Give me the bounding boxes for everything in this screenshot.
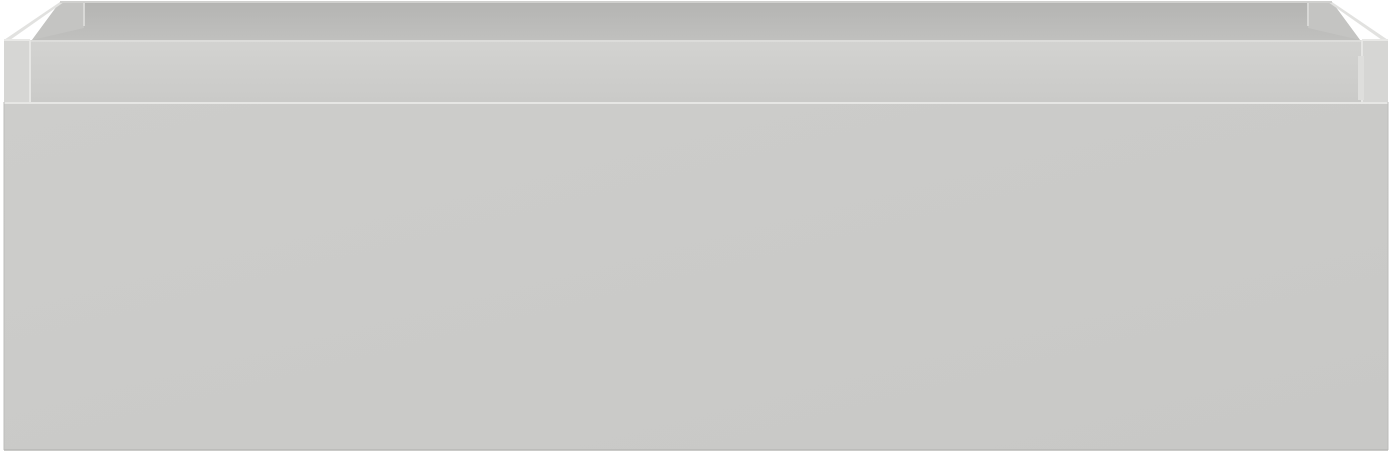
drawer-inner-front: [30, 40, 1362, 102]
drawer-back-wall: [32, 2, 1360, 40]
drawer-illustration: [3, 1, 1389, 451]
drawer-right-side: [1362, 40, 1388, 102]
drawer-front-panel: [4, 102, 1388, 450]
render-canvas: [0, 0, 1392, 453]
drawer-left-side: [4, 40, 30, 102]
